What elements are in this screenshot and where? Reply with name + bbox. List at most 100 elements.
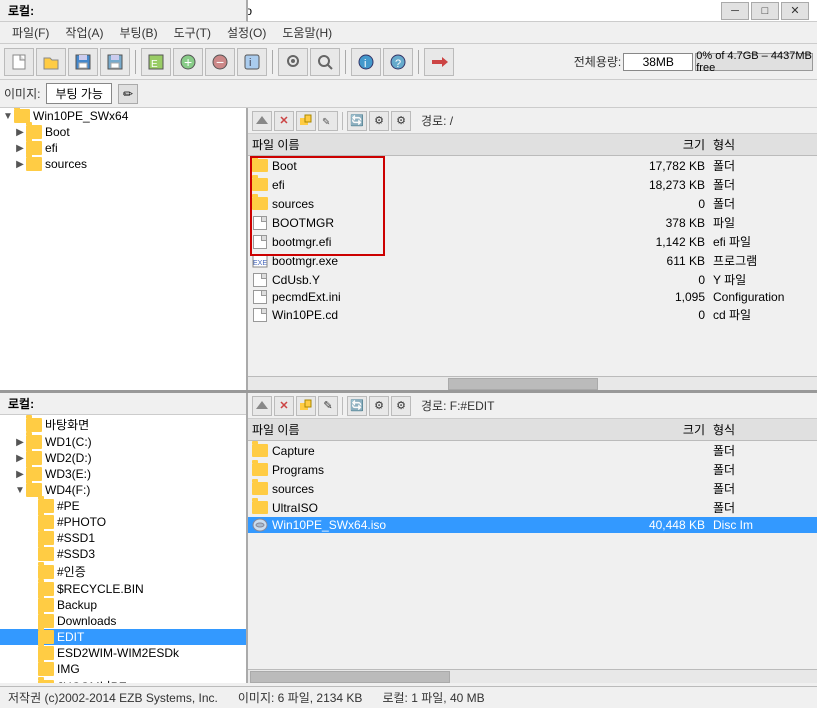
- file-row-1[interactable]: efi 18,273 KB 폴더: [248, 175, 817, 194]
- file-row-7[interactable]: pecmdExt.ini 1,095 Configuration: [248, 289, 817, 305]
- local-toolbar-btn-up[interactable]: [252, 396, 272, 416]
- local-toolbar-btn-prop1[interactable]: ⚙: [369, 396, 389, 416]
- local-tree-ssd1[interactable]: #SSD1: [0, 530, 246, 546]
- local-tree-edit[interactable]: EDIT: [0, 629, 246, 645]
- menu-work[interactable]: 작업(A): [57, 22, 111, 43]
- local-tree-wd1c[interactable]: ▶ WD1(C:): [0, 434, 246, 450]
- file-size-6: 0: [623, 273, 713, 287]
- toolbar-btn-open[interactable]: [36, 48, 66, 76]
- tree-folder-icon-img: [38, 662, 54, 676]
- menu-tool[interactable]: 도구(T): [166, 22, 219, 43]
- tree-toggle-root[interactable]: ▼: [2, 110, 14, 122]
- tree-toggle-wd4f[interactable]: ▼: [14, 484, 26, 496]
- local-tree-wd2d[interactable]: ▶ WD2(D:): [0, 450, 246, 466]
- tree-label-wd4f: WD4(F:): [45, 483, 90, 497]
- toolbar-btn-t1[interactable]: [278, 48, 308, 76]
- iso-toolbar-btn-new[interactable]: [296, 111, 316, 131]
- image-edit-button[interactable]: ✏: [118, 84, 138, 104]
- toolbar-btn-help[interactable]: ?: [383, 48, 413, 76]
- maximize-button[interactable]: □: [751, 2, 779, 20]
- file-name-5: bootmgr.exe: [272, 254, 623, 268]
- file-size-1: 18,273 KB: [623, 178, 713, 192]
- toolbar-btn-add[interactable]: +: [173, 48, 203, 76]
- local-toolbar-btn-ren[interactable]: ✎: [318, 396, 338, 416]
- toolbar-btn-new[interactable]: [4, 48, 34, 76]
- local-tree-esd2wim[interactable]: ESD2WIM-WIM2ESDk: [0, 645, 246, 661]
- toolbar-btn-prop[interactable]: i: [237, 48, 267, 76]
- tree-folder-icon-photo: [38, 515, 54, 529]
- local-file-row-2[interactable]: sources 폴더: [248, 479, 817, 498]
- tree-item-root[interactable]: ▼ Win10PE_SWx64: [0, 108, 246, 124]
- tree-toggle-boot[interactable]: ▶: [14, 126, 26, 138]
- iso-toolbar-btn-prop2[interactable]: ⚙: [391, 111, 411, 131]
- iso-toolbar-btn-ref[interactable]: 🔄: [347, 111, 367, 131]
- file-row-4[interactable]: bootmgr.efi 1,142 KB efi 파일: [248, 232, 817, 251]
- local-tree-wd3e[interactable]: ▶ WD3(E:): [0, 466, 246, 482]
- iso-toolbar-btn-del[interactable]: ✕: [274, 111, 294, 131]
- local-file-row-0[interactable]: Capture 폴더: [248, 441, 817, 460]
- tree-folder-icon-boot: [26, 125, 42, 139]
- local-tree-ssd3[interactable]: #SSD3: [0, 546, 246, 562]
- iso-toolbar-btn-ren[interactable]: ✎: [318, 111, 338, 131]
- close-button[interactable]: ✕: [781, 2, 809, 20]
- tree-folder-icon-downloads: [38, 614, 54, 628]
- tree-toggle-sources[interactable]: ▶: [14, 158, 26, 170]
- iso-hscroll-thumb[interactable]: [448, 378, 598, 390]
- iso-hscroll[interactable]: [248, 376, 817, 390]
- local-file-row-4[interactable]: Win10PE_SWx64.iso 40,448 KB Disc Im: [248, 517, 817, 533]
- local-file-row-3[interactable]: UltraISO 폴더: [248, 498, 817, 517]
- tree-item-label-sources: sources: [45, 157, 87, 171]
- tree-item-label-root: Win10PE_SWx64: [33, 109, 128, 123]
- local-tree-backup[interactable]: Backup: [0, 597, 246, 613]
- toolbar-btn-t2[interactable]: [310, 48, 340, 76]
- file-icon-0: [252, 159, 268, 173]
- local-tree-downloads[interactable]: Downloads: [0, 613, 246, 629]
- minimize-button[interactable]: ─: [721, 2, 749, 20]
- toolbar-btn-exit[interactable]: [424, 48, 454, 76]
- tree-item-efi[interactable]: ▶ efi: [0, 140, 246, 156]
- tree-toggle-wd2d[interactable]: ▶: [14, 452, 26, 464]
- toolbar-btn-extract[interactable]: E: [141, 48, 171, 76]
- file-row-0[interactable]: Boot 17,782 KB 폴더: [248, 156, 817, 175]
- file-row-3[interactable]: BOOTMGR 378 KB 파일: [248, 213, 817, 232]
- tree-item-sources[interactable]: ▶ sources: [0, 156, 246, 172]
- tree-item-boot[interactable]: ▶ Boot: [0, 124, 246, 140]
- tree-toggle-wd3e[interactable]: ▶: [14, 468, 26, 480]
- progress-text: 0% of 4.7GB – 4437MB free: [696, 54, 812, 70]
- toolbar-btn-save[interactable]: [68, 48, 98, 76]
- menu-boot[interactable]: 부팅(B): [111, 22, 165, 43]
- toolbar-btn-info[interactable]: i: [351, 48, 381, 76]
- local-toolbar-btn-prop2[interactable]: ⚙: [391, 396, 411, 416]
- local-tree-photo[interactable]: #PHOTO: [0, 514, 246, 530]
- toolbar-btn-saveas[interactable]: [100, 48, 130, 76]
- menu-help[interactable]: 도움말(H): [274, 22, 340, 43]
- local-tree-recycle[interactable]: $RECYCLE.BIN: [0, 581, 246, 597]
- tree-toggle-wd1c[interactable]: ▶: [14, 436, 26, 448]
- menu-settings[interactable]: 설정(O): [219, 22, 274, 43]
- file-row-2[interactable]: sources 0 폴더: [248, 194, 817, 213]
- iso-toolbar-btn-up[interactable]: [252, 111, 272, 131]
- local-hscroll[interactable]: [248, 669, 817, 683]
- local-file-row-1[interactable]: Programs 폴더: [248, 460, 817, 479]
- local-tree-wd4f[interactable]: ▼ WD4(F:): [0, 482, 246, 498]
- local-tree-proof[interactable]: #인증: [0, 562, 246, 581]
- file-row-6[interactable]: CdUsb.Y 0 Y 파일: [248, 270, 817, 289]
- menu-file[interactable]: 파일(F): [4, 22, 57, 43]
- local-hscroll-thumb[interactable]: [250, 671, 450, 683]
- local-tree-pe[interactable]: #PE: [0, 498, 246, 514]
- local-header: 로컬:: [0, 0, 248, 22]
- file-row-8[interactable]: Win10PE.cd 0 cd 파일: [248, 305, 817, 324]
- toolbar-btn-remove[interactable]: −: [205, 48, 235, 76]
- iso-toolbar-btn-prop1[interactable]: ⚙: [369, 111, 389, 131]
- local-toolbar-btn-ref[interactable]: 🔄: [347, 396, 367, 416]
- local-tree-img[interactable]: IMG: [0, 661, 246, 677]
- file-row-5[interactable]: EXE bootmgr.exe 611 KB 프로그램: [248, 251, 817, 270]
- local-tree-바탕화면[interactable]: 바탕화면: [0, 415, 246, 434]
- local-toolbar-btn-new[interactable]: [296, 396, 316, 416]
- local-col-name: 파일 이름: [252, 421, 623, 438]
- local-tree-jucom[interactable]: JUCOM님PE: [0, 677, 246, 683]
- tree-toggle-efi[interactable]: ▶: [14, 142, 26, 154]
- local-file-area: ✕ ✎ 🔄 ⚙ ⚙ 경로: F:#EDIT 파일 이름 크기 형식: [248, 393, 817, 683]
- file-icon-5: EXE: [252, 254, 268, 268]
- local-toolbar-btn-del[interactable]: ✕: [274, 396, 294, 416]
